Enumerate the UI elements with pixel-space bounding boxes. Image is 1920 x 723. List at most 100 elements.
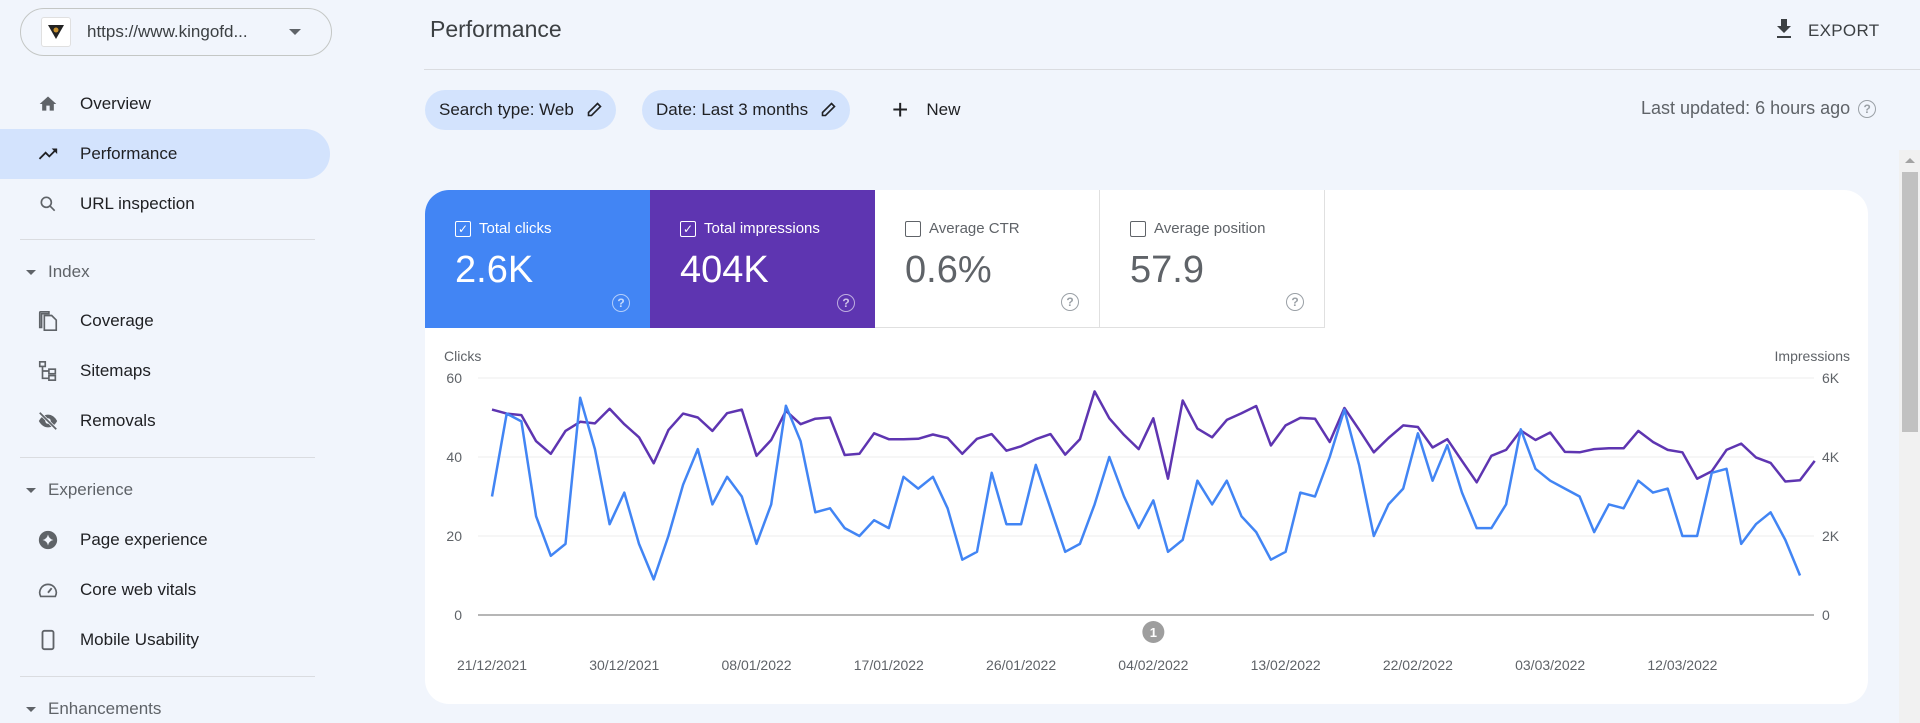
section-label: Experience <box>48 480 134 499</box>
x-axis-tick: 17/01/2022 <box>854 657 924 673</box>
x-axis-tick: 13/02/2022 <box>1251 657 1321 673</box>
page-scrollbar[interactable] <box>1899 150 1920 723</box>
series-line-clicks[interactable] <box>490 396 1802 581</box>
help-icon[interactable]: ? <box>612 294 630 312</box>
trending-up-icon <box>36 142 60 166</box>
pencil-icon <box>586 102 602 118</box>
metric-average-ctr[interactable]: Average CTR 0.6% ? <box>875 190 1100 328</box>
caret-down-icon <box>26 706 36 712</box>
property-selector[interactable]: https://www.kingofd... <box>20 8 332 56</box>
help-icon[interactable]: ? <box>1061 293 1079 311</box>
metric-value: 2.6K <box>455 249 534 291</box>
sidebar-item-label: Removals <box>80 411 156 430</box>
sidebar-item-performance[interactable]: Performance <box>0 129 330 179</box>
sidebar-item-label: Sitemaps <box>80 361 151 380</box>
section-label: Index <box>48 262 90 281</box>
help-icon[interactable]: ? <box>1858 99 1877 118</box>
chip-label: Date: Last 3 months <box>656 100 809 119</box>
metric-total-impressions[interactable]: ✓ Total impressions 404K ? <box>650 190 875 328</box>
star-circle-icon <box>36 528 60 552</box>
x-axis-tick: 12/03/2022 <box>1647 657 1717 673</box>
sidebar-item-label: Overview <box>80 94 151 113</box>
x-axis-tick: 03/03/2022 <box>1515 657 1585 673</box>
new-label: New <box>926 100 961 119</box>
filter-chip-date[interactable]: Date: Last 3 months <box>642 90 851 130</box>
sidebar-divider <box>20 457 315 458</box>
new-filter-button[interactable]: + New <box>892 90 960 130</box>
right-axis-tick: 4K <box>1822 449 1840 465</box>
right-axis-title: Impressions <box>1775 348 1850 364</box>
x-axis-tick: 04/02/2022 <box>1118 657 1188 673</box>
chevron-down-icon <box>289 29 301 35</box>
sidebar-item-label: Mobile Usability <box>80 630 200 649</box>
checkbox-unchecked-icon[interactable] <box>1130 220 1146 237</box>
checkbox-unchecked-icon[interactable] <box>905 220 921 237</box>
section-header-experience[interactable]: Experience <box>0 470 330 510</box>
metric-value: 404K <box>680 249 769 291</box>
x-axis-tick: 30/12/2021 <box>589 657 659 673</box>
x-axis-tick: 26/01/2022 <box>986 657 1056 673</box>
metric-total-clicks[interactable]: ✓ Total clicks 2.6K ? <box>425 190 650 328</box>
checkbox-checked-icon[interactable]: ✓ <box>680 220 696 237</box>
metric-label: Average CTR <box>929 220 1020 237</box>
scroll-up-arrow-icon[interactable] <box>1899 150 1920 170</box>
right-axis-tick: 6K <box>1822 370 1840 386</box>
metric-average-position[interactable]: Average position 57.9 ? <box>1100 190 1325 328</box>
sidebar-item-mobile-usability[interactable]: Mobile Usability <box>0 615 330 665</box>
metric-label: Average position <box>1154 220 1266 237</box>
caret-down-icon <box>26 269 36 275</box>
performance-card: ✓ Total clicks 2.6K ? ✓ Total impression… <box>425 190 1868 704</box>
home-icon <box>36 92 60 116</box>
filter-chip-search-type[interactable]: Search type: Web <box>425 90 616 130</box>
scroll-thumb[interactable] <box>1902 172 1918 432</box>
property-url: https://www.kingofd... <box>87 22 248 41</box>
sidebar-item-page-experience[interactable]: Page experience <box>0 515 330 565</box>
help-icon[interactable]: ? <box>837 294 855 312</box>
sidebar-item-core-web-vitals[interactable]: Core web vitals <box>0 565 330 615</box>
caret-down-icon <box>26 487 36 493</box>
right-axis-tick: 2K <box>1822 528 1840 544</box>
smartphone-icon <box>36 628 60 652</box>
export-label: EXPORT <box>1808 21 1880 40</box>
page-title: Performance <box>430 16 562 42</box>
speedometer-icon <box>36 578 60 602</box>
pencil-icon <box>820 102 836 118</box>
help-icon[interactable]: ? <box>1286 293 1304 311</box>
left-axis-tick: 0 <box>454 607 462 623</box>
section-header-enhancements[interactable]: Enhancements <box>0 689 330 723</box>
x-axis-tick: 22/02/2022 <box>1383 657 1453 673</box>
left-axis-tick: 60 <box>446 370 462 386</box>
section-header-index[interactable]: Index <box>0 252 330 292</box>
visibility-off-icon <box>36 409 60 433</box>
checkbox-checked-icon[interactable]: ✓ <box>455 220 471 237</box>
sidebar-item-sitemaps[interactable]: Sitemaps <box>0 346 330 396</box>
left-axis-tick: 40 <box>446 449 462 465</box>
right-axis-tick: 0 <box>1822 607 1830 623</box>
sidebar-item-label: URL inspection <box>80 194 195 213</box>
export-button[interactable]: EXPORT <box>1774 14 1879 48</box>
performance-chart: 0 20 40 60 0 2K 4K 6K 21/12/2021 30/12/2021 08/0… <box>444 348 1850 673</box>
annotation-label: 1 <box>1150 625 1157 640</box>
sidebar-item-label: Core web vitals <box>80 580 197 599</box>
section-label: Enhancements <box>48 699 162 718</box>
sidebar-item-overview[interactable]: Overview <box>0 79 330 129</box>
metric-label: Total clicks <box>479 220 552 237</box>
last-updated-text: Last updated: 6 hours ago <box>1641 98 1851 118</box>
sidebar-item-removals[interactable]: Removals <box>0 396 330 446</box>
sidebar-item-label: Page experience <box>80 530 208 549</box>
sidebar-item-label: Coverage <box>80 311 154 330</box>
sidebar-divider <box>20 676 315 677</box>
left-axis-tick: 20 <box>446 528 462 544</box>
metric-label: Total impressions <box>704 220 820 237</box>
sidebar-item-coverage[interactable]: Coverage <box>0 296 330 346</box>
last-updated: Last updated: 6 hours ago ? <box>1641 98 1877 119</box>
sidebar-item-url-inspection[interactable]: URL inspection <box>0 179 330 229</box>
file-copy-icon <box>36 309 60 333</box>
metric-value: 0.6% <box>905 249 992 291</box>
download-icon <box>1774 18 1794 45</box>
site-favicon-icon <box>41 17 71 47</box>
left-axis-title: Clicks <box>444 348 481 364</box>
sidebar-item-label: Performance <box>80 144 178 163</box>
metric-value: 57.9 <box>1130 249 1204 291</box>
chip-label: Search type: Web <box>439 100 574 119</box>
